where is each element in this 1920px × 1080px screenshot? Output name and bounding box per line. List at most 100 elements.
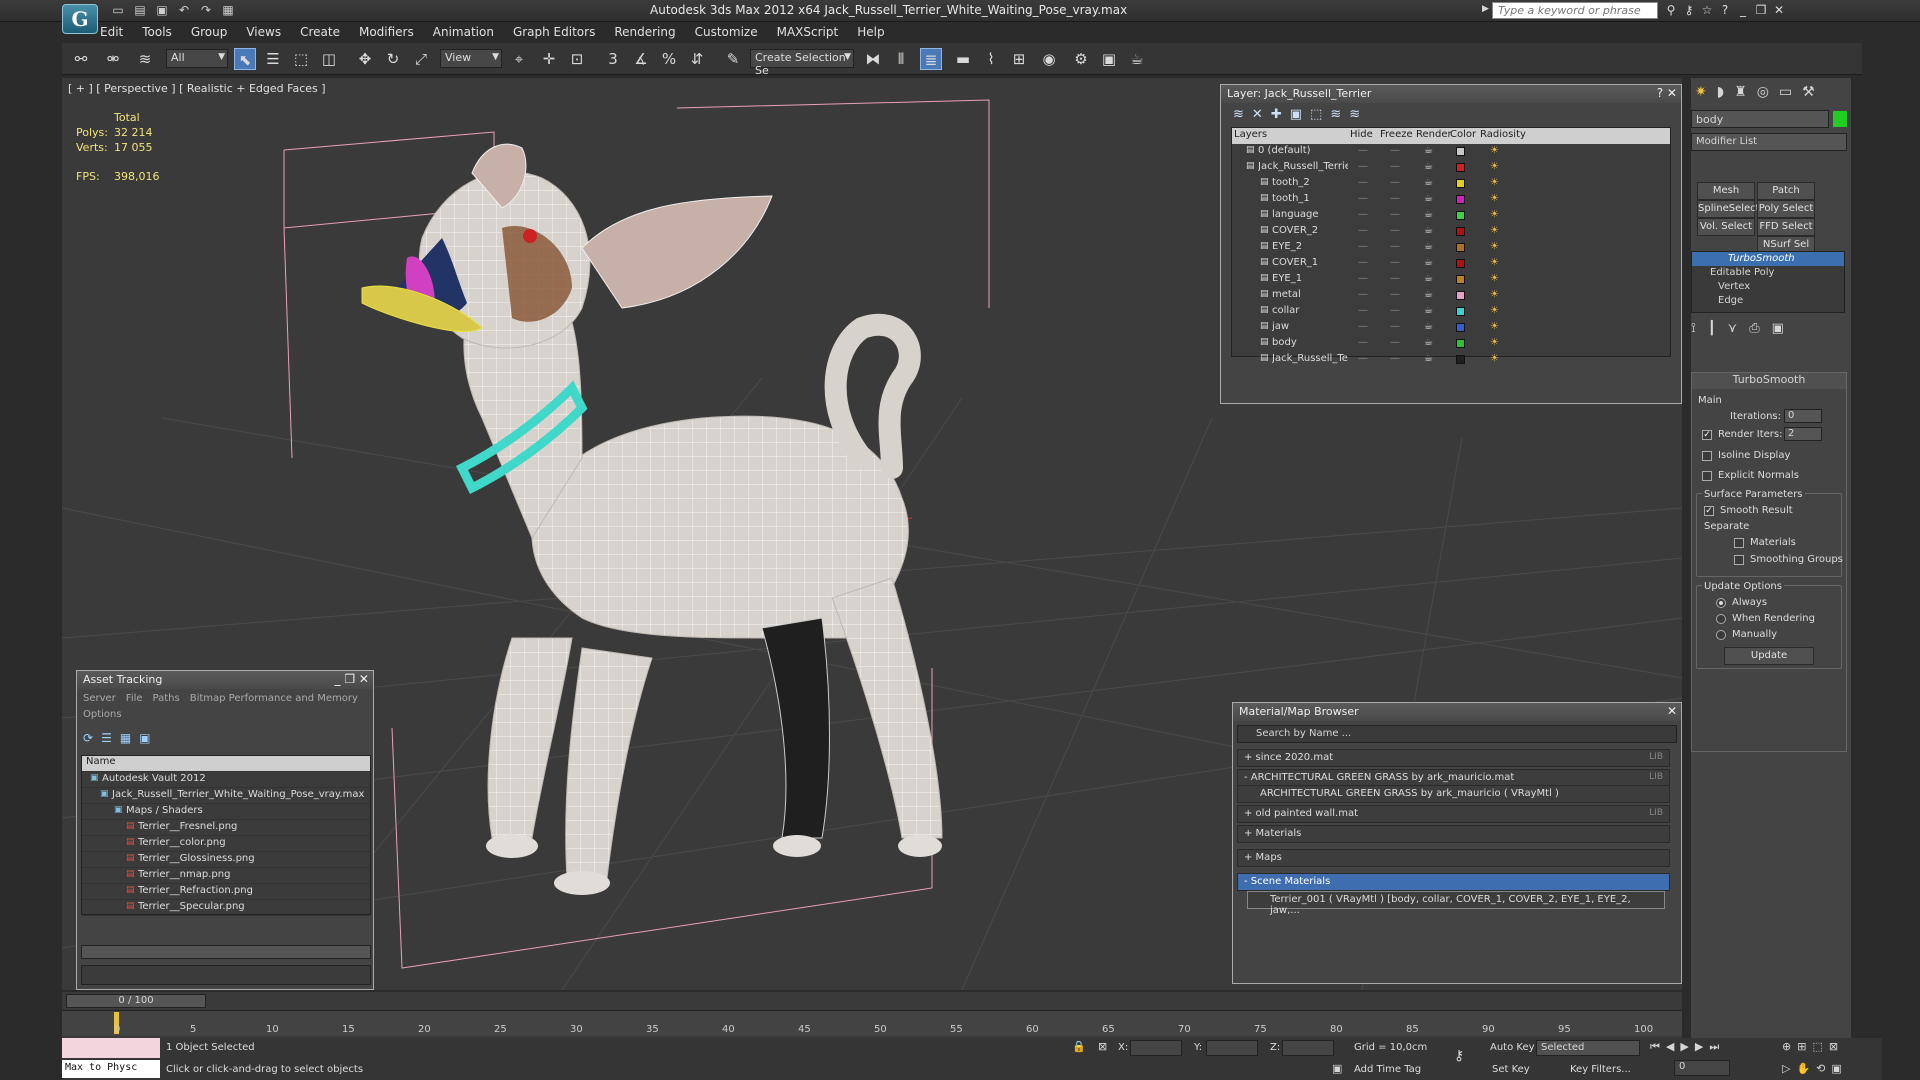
freeze-toggle[interactable]: — xyxy=(1390,273,1400,284)
freeze-toggle[interactable]: — xyxy=(1390,257,1400,268)
pan-icon[interactable]: ✋ xyxy=(1796,1062,1816,1075)
layer-color-swatch[interactable] xyxy=(1456,323,1465,332)
refresh-icon[interactable]: ⟳ xyxy=(83,731,101,745)
layer-row[interactable]: ▤ 0 (default) — — ☕ ☀ xyxy=(1232,144,1670,160)
current-frame-spinner[interactable]: 0 xyxy=(1674,1060,1730,1076)
time-tag-icon[interactable]: ▣ xyxy=(1332,1062,1342,1075)
radiosity-icon[interactable]: ☀ xyxy=(1490,289,1499,300)
show-end-result-icon[interactable]: ┃ xyxy=(1708,321,1728,336)
turbosmooth-rollout-title[interactable]: TurboSmooth xyxy=(1692,373,1846,389)
hide-toggle[interactable]: — xyxy=(1358,145,1368,156)
align-icon[interactable]: ⫴ xyxy=(890,48,912,70)
radiosity-icon[interactable]: ☀ xyxy=(1490,353,1499,364)
rect-selection-icon[interactable]: ⬚ xyxy=(290,48,312,70)
named-selection-dropdown[interactable]: Create Selection Se xyxy=(750,49,854,77)
pin-stack-icon[interactable]: ⟟ xyxy=(1691,321,1708,336)
layer-row[interactable]: ▤ metal — — ☕ ☀ xyxy=(1232,288,1670,304)
layer-color-swatch[interactable] xyxy=(1456,355,1465,364)
create-layer-icon[interactable]: ≋ xyxy=(1233,107,1252,122)
maxscript-listener-mini[interactable] xyxy=(62,1038,160,1058)
modifier-set-button[interactable]: Patch Select xyxy=(1757,182,1815,212)
create-tab-icon[interactable]: ✷ xyxy=(1695,84,1717,100)
material-browser-row[interactable]: + Maps xyxy=(1237,849,1670,867)
asset-menu-item[interactable]: File xyxy=(126,693,143,704)
go-to-end-icon[interactable]: ⏭ xyxy=(1709,1040,1725,1053)
maximize-viewport-icon[interactable]: ▣ xyxy=(1831,1062,1847,1075)
time-slider[interactable]: 0 / 100 xyxy=(66,994,206,1008)
layer-col-freeze[interactable]: Freeze xyxy=(1380,129,1413,140)
render-teapot-icon[interactable]: ☕ xyxy=(1424,273,1433,284)
radiosity-icon[interactable]: ☀ xyxy=(1490,257,1499,268)
key-filters-button[interactable]: Key Filters... xyxy=(1570,1064,1631,1075)
angle-snap-icon[interactable]: ∡ xyxy=(630,48,652,70)
menu-animation[interactable]: Animation xyxy=(433,22,494,42)
hide-toggle[interactable]: — xyxy=(1358,353,1368,364)
material-browser-row[interactable]: ARCHITECTURAL GREEN GRASS by ark_maurici… xyxy=(1237,785,1670,803)
explicit-normals-checkbox[interactable] xyxy=(1702,471,1712,481)
hide-toggle[interactable]: — xyxy=(1358,161,1368,172)
layer-row[interactable]: ▤ tooth_2 — — ☕ ☀ xyxy=(1232,176,1670,192)
y-coord-field[interactable] xyxy=(1206,1040,1258,1056)
add-time-tag-button[interactable]: Add Time Tag xyxy=(1354,1064,1421,1075)
key-icon[interactable]: ⚷ xyxy=(1680,3,1698,17)
layer-color-swatch[interactable] xyxy=(1456,291,1465,300)
key-selection-dropdown[interactable]: Selected xyxy=(1536,1040,1640,1056)
menu-maxscript[interactable]: MAXScript xyxy=(777,22,839,42)
new-file-icon[interactable]: ▭ xyxy=(110,3,126,17)
motion-tab-icon[interactable]: ◎ xyxy=(1757,84,1779,100)
zoom-icon[interactable]: ⊕ xyxy=(1782,1040,1797,1053)
freeze-toggle[interactable]: — xyxy=(1390,241,1400,252)
object-name-field[interactable]: body xyxy=(1691,110,1829,128)
snaps-toggle-icon[interactable]: 3 xyxy=(602,48,624,70)
layer-row[interactable]: ▤ EYE_2 — — ☕ ☀ xyxy=(1232,240,1670,256)
lock-selection-icon[interactable]: 🔒 xyxy=(1072,1040,1086,1053)
star-icon[interactable]: ☆ xyxy=(1698,3,1716,17)
table-view-icon[interactable]: ▣ xyxy=(139,731,158,745)
link-icon[interactable]: ⚯ xyxy=(70,48,92,70)
material-browser-row[interactable]: + old painted wall.mat LIB xyxy=(1237,805,1670,823)
render-teapot-icon[interactable]: ☕ xyxy=(1424,321,1433,332)
menu-help[interactable]: Help xyxy=(857,22,884,42)
hide-toggle[interactable]: — xyxy=(1358,241,1368,252)
select-manipulate-icon[interactable]: ✛ xyxy=(538,48,560,70)
material-browser-close-icon[interactable]: ✕ xyxy=(1667,704,1677,718)
orbit-icon[interactable]: ⟲ xyxy=(1816,1062,1831,1075)
layer-row[interactable]: ▤ EYE_1 — — ☕ ☀ xyxy=(1232,272,1670,288)
undo-icon[interactable]: ↶ xyxy=(176,3,192,17)
layer-row[interactable]: ▤ jaw — — ☕ ☀ xyxy=(1232,320,1670,336)
render-iters-spinner[interactable]: 2 xyxy=(1784,427,1822,441)
rotate-icon[interactable]: ↻ xyxy=(382,48,404,70)
layer-col-render[interactable]: Render xyxy=(1416,129,1452,140)
asset-name-header[interactable]: Name xyxy=(82,756,370,772)
freeze-toggle[interactable]: — xyxy=(1390,193,1400,204)
radiosity-icon[interactable]: ☀ xyxy=(1490,177,1499,188)
modifier-set-button[interactable]: FFD Select xyxy=(1757,218,1815,236)
when-rendering-radio[interactable] xyxy=(1716,614,1726,624)
hierarchy-tab-icon[interactable]: ♜ xyxy=(1734,84,1757,100)
selection-filter-dropdown[interactable]: All xyxy=(166,49,228,68)
keyboard-shortcut-icon[interactable]: ⊡ xyxy=(566,48,588,70)
remove-modifier-icon[interactable]: ⎙ xyxy=(1749,321,1771,336)
asset-tracking-close-icon[interactable]: _ ❐ ✕ xyxy=(335,672,369,686)
render-teapot-icon[interactable]: ☕ xyxy=(1424,193,1433,204)
hide-toggle[interactable]: — xyxy=(1358,321,1368,332)
layer-color-swatch[interactable] xyxy=(1456,179,1465,188)
freeze-toggle[interactable]: — xyxy=(1390,337,1400,348)
layer-row[interactable]: ▤ COVER_1 — — ☕ ☀ xyxy=(1232,256,1670,272)
modify-tab-icon[interactable]: ◗ xyxy=(1717,84,1734,100)
ref-coord-dropdown[interactable]: View xyxy=(440,49,502,68)
z-coord-field[interactable] xyxy=(1282,1040,1334,1056)
render-teapot-icon[interactable]: ☕ xyxy=(1424,145,1433,156)
move-icon[interactable]: ✥ xyxy=(354,48,376,70)
utilities-tab-icon[interactable]: ⚒ xyxy=(1802,84,1825,100)
search-arrow-icon[interactable]: ▶ xyxy=(1482,4,1489,14)
next-frame-icon[interactable]: ▶ xyxy=(1695,1040,1709,1053)
window-crossing-icon[interactable]: ◫ xyxy=(318,48,340,70)
asset-row[interactable]: ▣ Maps / Shaders xyxy=(82,804,370,820)
menu-modifiers[interactable]: Modifiers xyxy=(359,22,414,42)
unlink-icon[interactable]: ⚮ xyxy=(102,48,124,70)
layer-row[interactable]: ▤ COVER_2 — — ☕ ☀ xyxy=(1232,224,1670,240)
spinner-snap-icon[interactable]: ⇵ xyxy=(686,48,708,70)
radiosity-icon[interactable]: ☀ xyxy=(1490,241,1499,252)
configure-sets-icon[interactable]: ▣ xyxy=(1772,321,1796,336)
